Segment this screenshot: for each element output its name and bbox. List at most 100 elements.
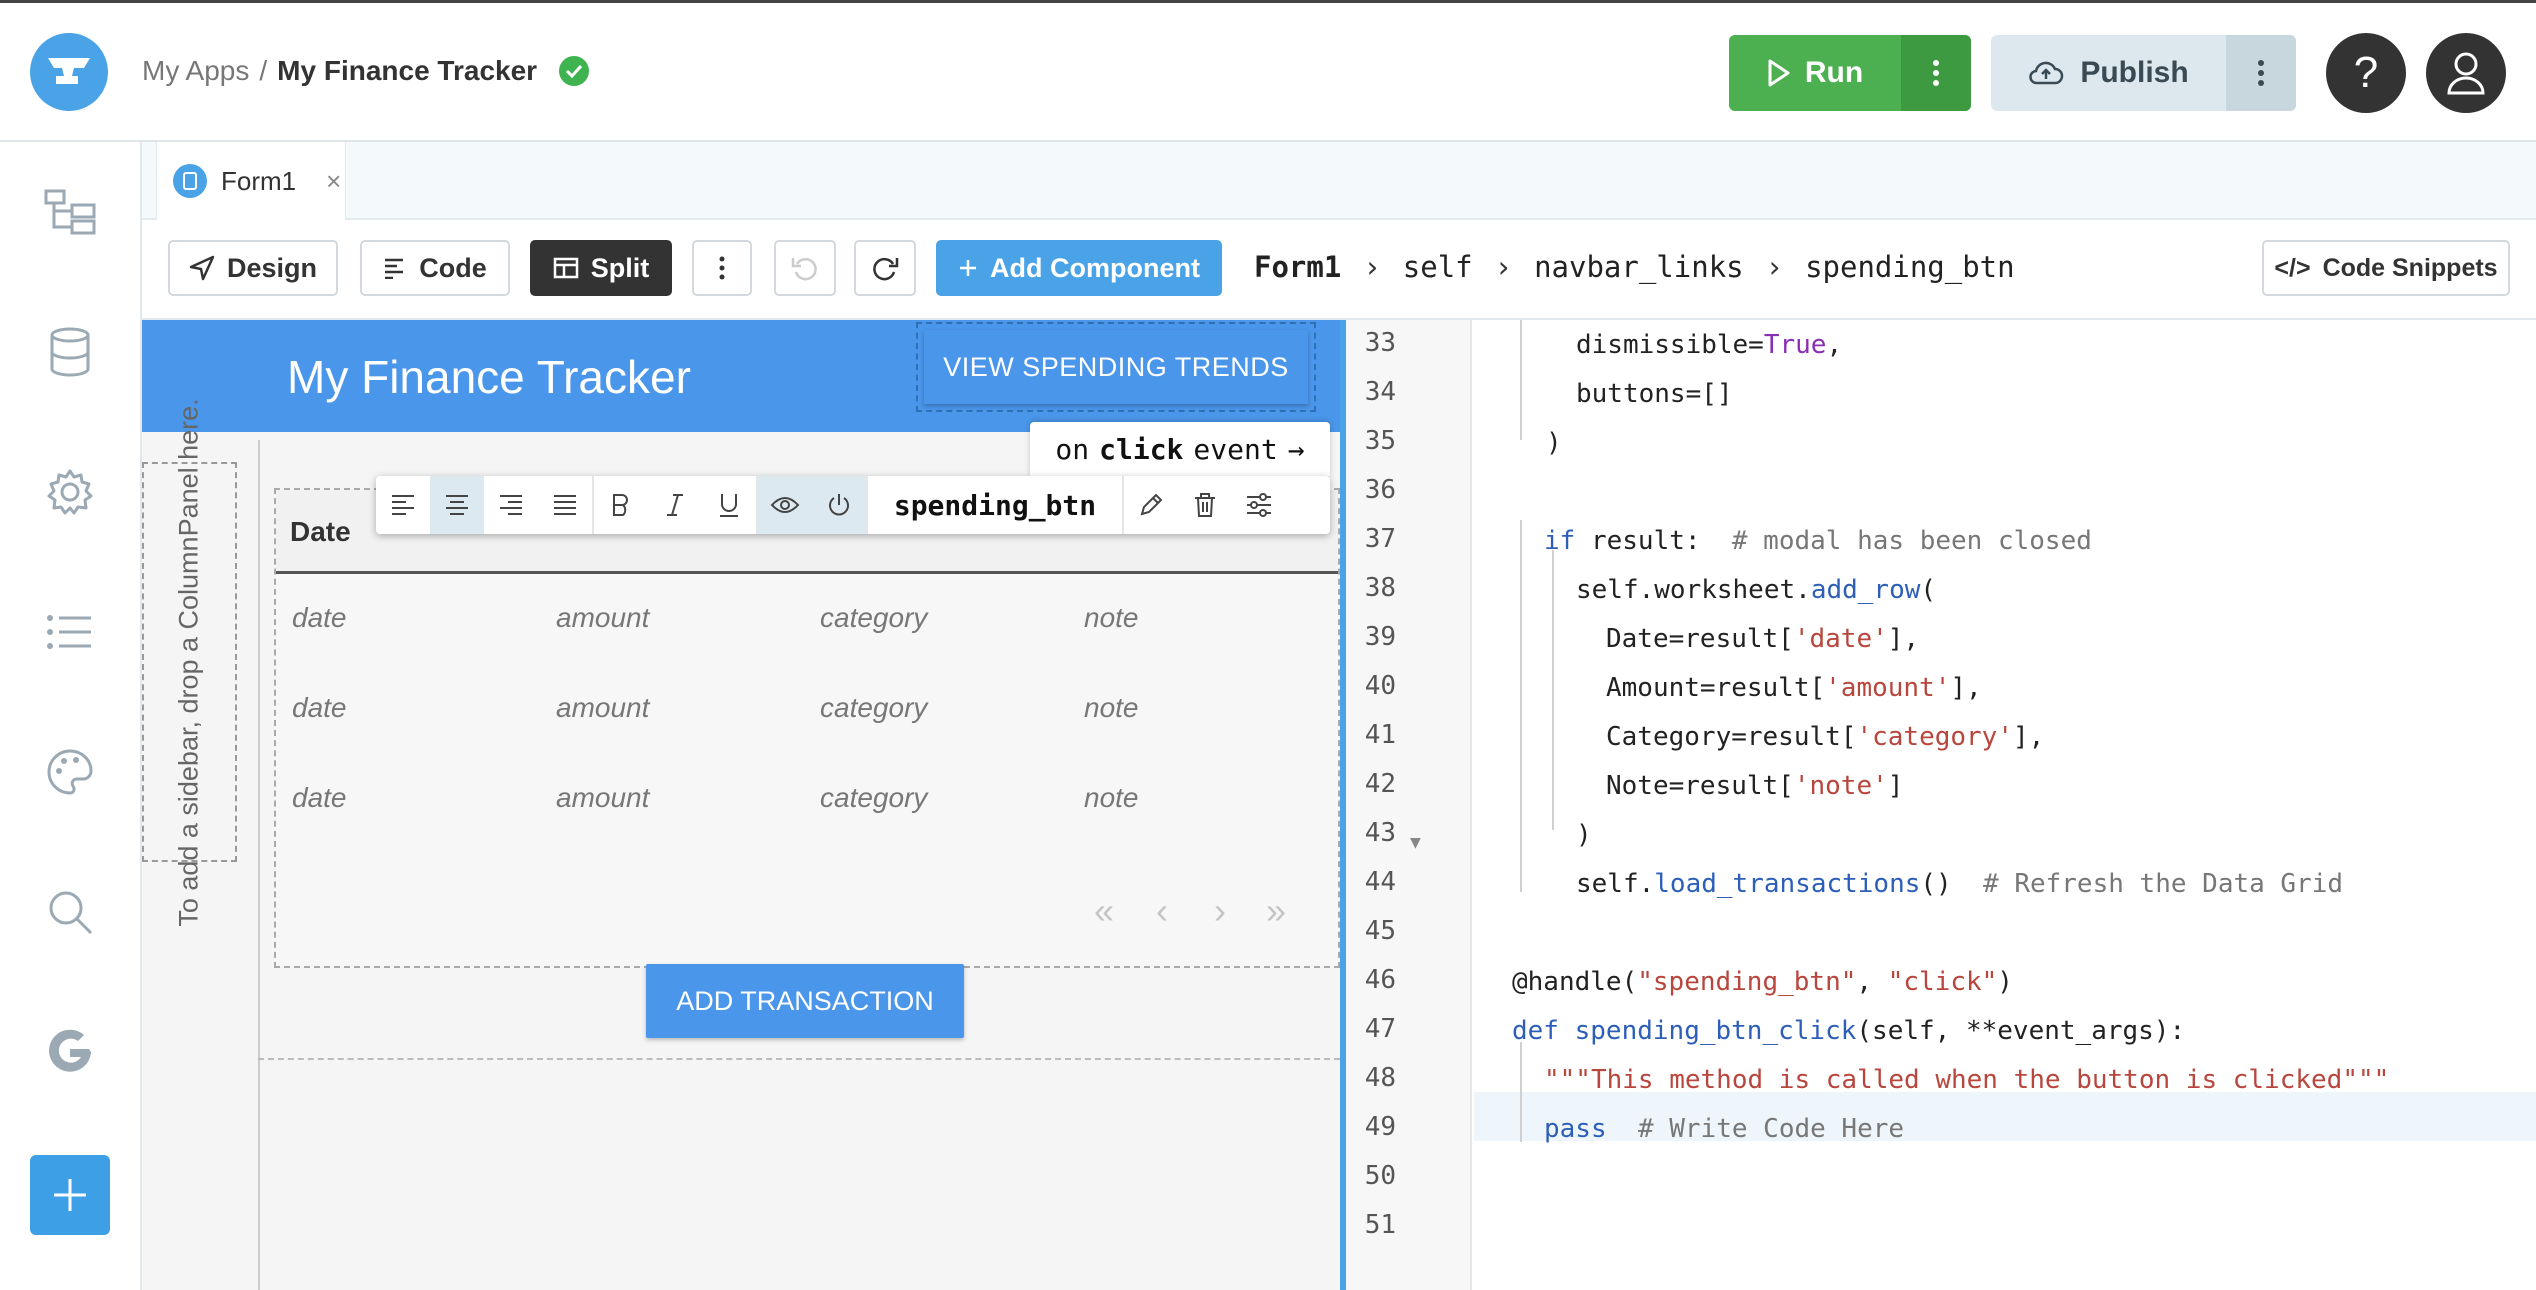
- code-line[interactable]: Note=result['note']: [1606, 761, 1903, 810]
- navbar-links-panel[interactable]: VIEW SPENDING TRENDS: [916, 322, 1316, 412]
- publish-more-button[interactable]: [2226, 35, 2296, 111]
- add-component-button[interactable]: Add Component: [936, 240, 1222, 296]
- pager-next-icon[interactable]: ›: [1214, 890, 1226, 932]
- code-token: result:: [1575, 525, 1732, 556]
- path-form1[interactable]: Form1: [1254, 250, 1341, 284]
- code-brackets-icon: </>: [2274, 253, 2311, 282]
- rename-pencil-icon[interactable]: [1124, 476, 1178, 534]
- code-line[interactable]: self. load_transactions() # Refresh the D…: [1576, 859, 2343, 908]
- pager-last-icon[interactable]: »: [1266, 890, 1286, 932]
- design-view-button[interactable]: Design: [168, 240, 338, 296]
- enabled-power-icon[interactable]: [812, 476, 866, 534]
- italic-icon[interactable]: [648, 476, 702, 534]
- search-icon[interactable]: [40, 882, 100, 942]
- code-token: spending_btn_click: [1574, 1015, 1857, 1046]
- code-token: ],: [1887, 623, 1920, 654]
- click-event-link[interactable]: on click event →: [1030, 422, 1330, 476]
- pager-first-icon[interactable]: «: [1094, 890, 1114, 932]
- help-button[interactable]: ?: [2326, 33, 2406, 113]
- code-editor[interactable]: 33 34 35 36 37 38 39 40 41 42 43 44 45 4…: [1346, 320, 2536, 1290]
- code-line[interactable]: if result: # modal has been closed: [1544, 516, 2092, 565]
- breadcrumb-my-apps[interactable]: My Apps: [142, 55, 249, 87]
- code-line[interactable]: ): [1546, 418, 1562, 467]
- run-button-group: Run: [1729, 35, 1971, 111]
- code-line[interactable]: Category=result['category'],: [1606, 712, 2044, 761]
- code-lines-icon: [385, 258, 404, 279]
- content-divider: [258, 1058, 1340, 1060]
- undo-icon: [791, 257, 817, 281]
- align-justify-icon[interactable]: [538, 476, 592, 534]
- app-navbar[interactable]: My Finance Tracker VIEW SPENDING TRENDS: [142, 320, 1340, 432]
- account-button[interactable]: [2426, 33, 2506, 113]
- code-view-button[interactable]: Code: [360, 240, 510, 296]
- theme-palette-icon[interactable]: [40, 742, 100, 802]
- add-transaction-button[interactable]: ADD TRANSACTION: [646, 964, 964, 1038]
- code-line[interactable]: """This method is called when the button…: [1544, 1055, 2389, 1104]
- code-line[interactable]: buttons=[]: [1576, 369, 1733, 418]
- arrow-right-icon: →: [1287, 432, 1305, 466]
- publish-button[interactable]: Publish: [1991, 56, 2226, 90]
- line-number: 43: [1364, 818, 1396, 848]
- redo-button[interactable]: [854, 240, 916, 296]
- line-number: 50: [1364, 1161, 1396, 1191]
- code-line[interactable]: dismissible= True,: [1576, 320, 1842, 369]
- form-icon: [173, 164, 207, 198]
- bold-icon[interactable]: [594, 476, 648, 534]
- pager-prev-icon[interactable]: ‹: [1156, 890, 1168, 932]
- code-line[interactable]: Amount=result['amount'],: [1606, 663, 1982, 712]
- line-number: 41: [1364, 720, 1396, 750]
- code-snippets-button[interactable]: </> Code Snippets: [2262, 240, 2510, 296]
- path-navbar-links[interactable]: navbar_links: [1534, 250, 1744, 284]
- add-feature-button[interactable]: [30, 1155, 110, 1235]
- line-number: 39: [1364, 622, 1396, 652]
- code-token: # Write Code Here: [1637, 1113, 1905, 1144]
- underline-icon[interactable]: [702, 476, 756, 534]
- publish-label: Publish: [2080, 56, 2189, 89]
- path-separator: ›: [1494, 250, 1513, 284]
- code-token: ],: [1950, 672, 1982, 703]
- tab-form1[interactable]: Form1 ×: [156, 142, 346, 220]
- run-button[interactable]: Run: [1729, 56, 1901, 90]
- path-self[interactable]: self: [1403, 250, 1473, 284]
- google-icon[interactable]: [40, 1022, 100, 1082]
- view-spending-trends-button[interactable]: VIEW SPENDING TRENDS: [924, 330, 1308, 404]
- code-line[interactable]: ): [1576, 810, 1592, 859]
- grid-cell: amount: [556, 782, 650, 813]
- align-center-icon[interactable]: [430, 476, 484, 534]
- run-more-button[interactable]: [1901, 35, 1971, 111]
- path-spending-btn[interactable]: spending_btn: [1805, 250, 2015, 284]
- transactions-data-grid[interactable]: Date date amount category note date amou…: [274, 488, 1340, 968]
- code-line[interactable]: Date=result['date'],: [1606, 614, 1919, 663]
- delete-trash-icon[interactable]: [1178, 476, 1232, 534]
- list-icon[interactable]: [40, 602, 100, 662]
- settings-gear-icon[interactable]: [40, 462, 100, 522]
- app-browser-icon[interactable]: [40, 182, 100, 242]
- anvil-logo-icon[interactable]: [30, 33, 108, 111]
- code-token: 'date': [1793, 623, 1888, 654]
- app-title[interactable]: My Finance Tracker: [287, 350, 691, 404]
- close-icon[interactable]: ×: [326, 166, 341, 197]
- code-token: Category=result[: [1606, 721, 1857, 752]
- align-left-icon[interactable]: [376, 476, 430, 534]
- code-line[interactable]: def spending_btn_click (self, **event_arg…: [1512, 1006, 2185, 1055]
- undo-button[interactable]: [774, 240, 836, 296]
- fold-chevron-icon[interactable]: ▼: [1410, 832, 1421, 853]
- run-label: Run: [1804, 56, 1864, 89]
- database-icon[interactable]: [40, 322, 100, 382]
- sidebar-drop-zone[interactable]: To add a sidebar, drop a ColumnPanel her…: [142, 398, 237, 926]
- visible-eye-icon[interactable]: [758, 476, 812, 534]
- path-separator: ›: [1765, 250, 1784, 284]
- help-icon: ?: [2353, 48, 2379, 97]
- properties-sliders-icon[interactable]: [1232, 476, 1286, 534]
- toolbar-more-button[interactable]: [692, 240, 752, 296]
- align-right-icon[interactable]: [484, 476, 538, 534]
- code-token: ]: [1887, 770, 1904, 801]
- code-line[interactable]: self.worksheet. add_row(: [1576, 565, 1936, 614]
- code-line[interactable]: pass # Write Code Here: [1544, 1104, 1904, 1153]
- code-token: (: [1920, 574, 1937, 605]
- code-line[interactable]: @handle("spending_btn", "click"): [1512, 957, 2013, 1006]
- line-gutter: [1346, 320, 1472, 1290]
- breadcrumb-app-name[interactable]: My Finance Tracker: [277, 55, 537, 87]
- split-view-button[interactable]: Split: [530, 240, 672, 296]
